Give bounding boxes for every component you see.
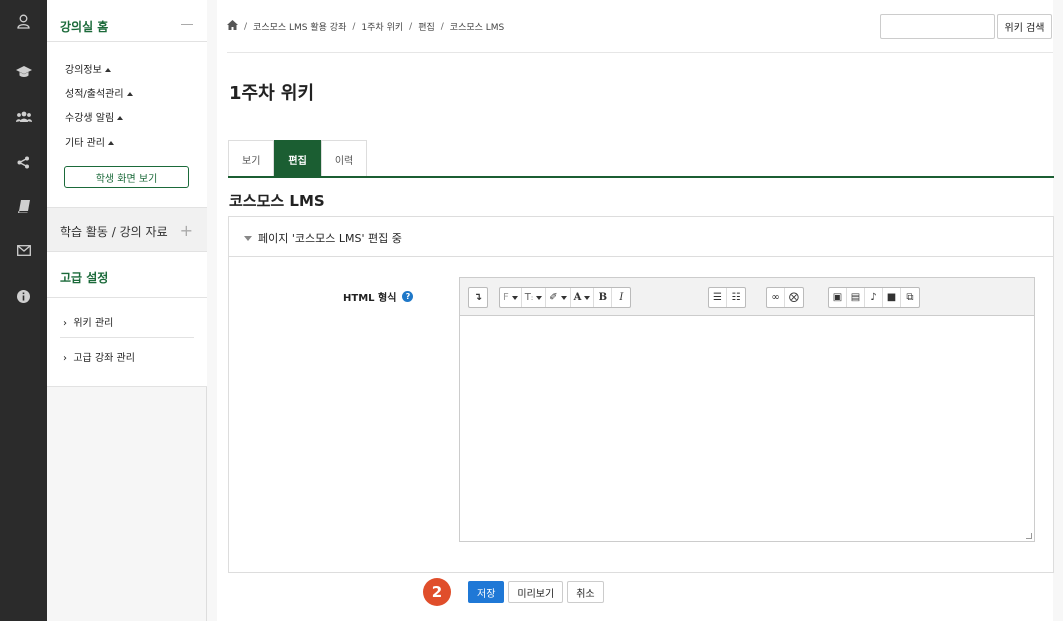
image-icon[interactable]: ▣ (829, 288, 847, 307)
copy-icon[interactable]: ⧉ (901, 288, 919, 307)
sidebar-item-notifications[interactable]: 수강생 알림 (65, 109, 124, 124)
divider (47, 297, 207, 298)
sidebar-item-other[interactable]: 기타 관리 (65, 134, 114, 149)
tab-history[interactable]: 이력 (320, 140, 368, 177)
wiki-search-button[interactable]: 위키 검색 (997, 14, 1052, 39)
unlink-icon[interactable]: ⨂ (785, 288, 803, 307)
cancel-button[interactable]: 취소 (567, 581, 604, 603)
main-area: / 코스모스 LMS 활용 강좌 / 1주차 위키 / 편집 / 코스모스 LM… (207, 0, 1063, 621)
video-icon[interactable]: ■ (883, 288, 901, 307)
form-actions: 저장 미리보기 취소 (468, 581, 604, 603)
numbered-list-icon[interactable]: ☷ (727, 288, 745, 307)
sidebar-item-course-advanced[interactable]: › 고급 강좌 관리 (63, 349, 135, 364)
sidebar-item-course-info[interactable]: 강의정보 (65, 61, 111, 76)
collapse-icon[interactable] (181, 24, 193, 25)
chevron-right-icon: › (63, 318, 67, 329)
caret-up-icon (104, 68, 111, 72)
brush-icon[interactable]: ✐ (546, 288, 571, 307)
wiki-tabs: 보기 편집 이력 (228, 140, 368, 177)
editor-toolbar: ↴ F T: ✐ A B I ☰ ☷ ∞ ⨂ ▣ ▤ ♪ ■ ⧉ (460, 278, 1034, 316)
page-title: 1주차 위키 (229, 83, 315, 104)
step-badge: 2 (423, 578, 451, 606)
student-view-button[interactable]: 학생 화면 보기 (64, 166, 189, 188)
bullet-list-icon[interactable]: ☰ (709, 288, 727, 307)
sidebar-advanced-label[interactable]: 고급 설정 (60, 269, 108, 286)
caret-up-icon (126, 92, 133, 96)
edit-panel: 페이지 '코스모스 LMS' 편집 중 HTML 형식 ? ↴ F T: ✐ A (228, 216, 1054, 573)
tab-view[interactable]: 보기 (228, 140, 275, 177)
sidebar-activity[interactable]: 학습 활동 / 강의 자료 + (47, 208, 207, 252)
help-icon[interactable]: ? (402, 291, 414, 302)
breadcrumb-item[interactable]: 1주차 위키 (361, 20, 403, 33)
sidebar-item-grades[interactable]: 성적/출석관리 (65, 85, 133, 100)
sidebar-item-wiki-manage[interactable]: › 위키 관리 (63, 314, 113, 329)
share-icon[interactable] (0, 149, 47, 175)
resize-handle[interactable] (1026, 533, 1032, 539)
link-icon[interactable]: ∞ (767, 288, 785, 307)
microphone-icon[interactable]: ♪ (865, 288, 883, 307)
font-color-icon[interactable]: A (571, 288, 595, 307)
sidebar-home-label[interactable]: 강의실 홈 (60, 18, 108, 35)
preview-button[interactable]: 미리보기 (508, 581, 564, 603)
bold-icon[interactable]: B (594, 288, 613, 307)
save-button[interactable]: 저장 (468, 581, 505, 603)
icon-rail (0, 0, 47, 621)
tab-edit[interactable]: 편집 (274, 140, 321, 177)
breadcrumb: / 코스모스 LMS 활용 강좌 / 1주차 위키 / 편집 / 코스모스 LM… (227, 20, 504, 33)
expand-icon[interactable]: + (180, 221, 193, 240)
book-icon[interactable] (0, 193, 47, 219)
content: / 코스모스 LMS 활용 강좌 / 1주차 위키 / 편집 / 코스모스 LM… (217, 0, 1054, 621)
sidebar-advanced: 고급 설정 › 위키 관리 › 고급 강좌 관리 (47, 252, 207, 387)
paragraph-style-icon[interactable]: F (500, 288, 522, 307)
divider (227, 52, 1053, 53)
mail-icon[interactable] (0, 237, 47, 263)
info-icon[interactable] (0, 283, 47, 309)
chevron-right-icon: › (63, 353, 67, 364)
editor-content-area[interactable] (460, 316, 1034, 541)
caret-up-icon (107, 141, 114, 145)
user-icon[interactable] (0, 8, 47, 34)
panel-heading[interactable]: 페이지 '코스모스 LMS' 편집 중 (258, 232, 402, 245)
users-icon[interactable] (0, 104, 47, 130)
italic-icon[interactable]: I (612, 288, 630, 307)
sidebar-activity-label[interactable]: 학습 활동 / 강의 자료 (60, 223, 168, 240)
breadcrumb-item: 코스모스 LMS (449, 23, 505, 33)
breadcrumb-item[interactable]: 코스모스 LMS 활용 강좌 (253, 20, 346, 33)
divider (60, 337, 194, 338)
wiki-search-input[interactable] (880, 14, 995, 39)
caret-up-icon (117, 116, 124, 120)
font-size-icon[interactable]: T: (522, 288, 547, 307)
home-icon[interactable] (227, 20, 238, 33)
sidebar-home[interactable]: 강의실 홈 (47, 0, 207, 42)
breadcrumb-item[interactable]: 편집 (418, 20, 435, 33)
toolbar-toggle-icon[interactable]: ↴ (469, 288, 487, 307)
media-icon[interactable]: ▤ (847, 288, 865, 307)
graduation-cap-icon[interactable] (0, 59, 47, 85)
triangle-down-icon (244, 236, 252, 241)
field-label: HTML 형식 ? (343, 289, 414, 304)
course-sidebar: 강의실 홈 강의정보 성적/출석관리 수강생 알림 기타 관리 학생 화면 보기… (47, 0, 207, 621)
section-title: 코스모스 LMS (229, 192, 325, 210)
panel-header[interactable]: 페이지 '코스모스 LMS' 편집 중 (229, 217, 1053, 257)
sidebar-menu: 강의정보 성적/출석관리 수강생 알림 기타 관리 학생 화면 보기 (47, 42, 207, 208)
tab-underline (228, 176, 1054, 178)
html-editor: ↴ F T: ✐ A B I ☰ ☷ ∞ ⨂ ▣ ▤ ♪ ■ ⧉ (459, 277, 1035, 542)
